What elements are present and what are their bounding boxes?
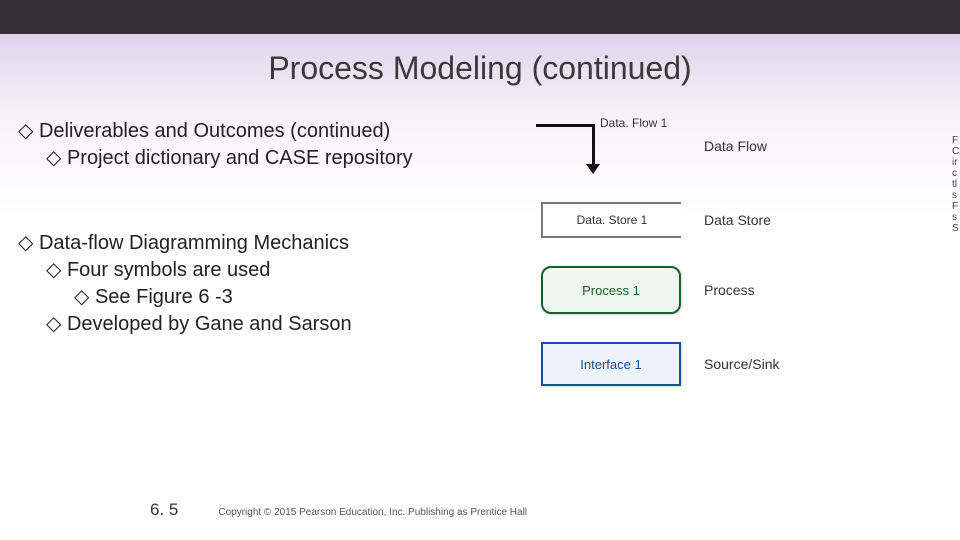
bullet-glyph: ◇	[46, 259, 61, 281]
datastore-symbol-text: Data. Store 1	[541, 202, 681, 238]
figure-row-interface: Interface 1 Source/Sink	[526, 342, 946, 386]
bullet-glyph: ◇	[18, 120, 33, 142]
process-symbol: Process 1	[526, 266, 696, 314]
process-symbol-text: Process 1	[541, 266, 681, 314]
body-text: ◇ Deliverables and Outcomes (continued) …	[18, 118, 518, 338]
dataflow-symbol-text: Data. Flow 1	[600, 116, 667, 130]
dataflow-symbol: Data. Flow 1	[526, 118, 696, 174]
figure-area: Data. Flow 1 Data Flow Data. Store 1 Dat…	[526, 118, 946, 414]
bullet-lvl0: ◇ Data-flow Diagramming Mechanics	[18, 230, 518, 257]
bullet-glyph: ◇	[46, 313, 61, 335]
cutoff-text: F C ir c tl s F s S	[952, 135, 960, 315]
arrow-line	[592, 124, 595, 168]
bullet-text: Project dictionary and CASE repository	[67, 147, 413, 169]
page-number: 6. 5	[150, 500, 178, 520]
bullet-text: Deliverables and Outcomes (continued)	[39, 120, 390, 142]
datastore-symbol: Data. Store 1	[526, 202, 696, 238]
spacing	[18, 172, 518, 230]
figure-row-process: Process 1 Process	[526, 266, 946, 314]
bullet-text: Four symbols are used	[67, 259, 270, 281]
bullet-glyph: ◇	[46, 147, 61, 169]
slide-title: Process Modeling (continued)	[0, 50, 960, 87]
top-bar	[0, 0, 960, 34]
figure-row-dataflow: Data. Flow 1 Data Flow	[526, 118, 946, 174]
interface-symbol: Interface 1	[526, 342, 696, 386]
bullet-lvl1: ◇ Four symbols are used	[46, 257, 518, 284]
process-label: Process	[704, 282, 755, 298]
interface-symbol-text: Interface 1	[541, 342, 681, 386]
bullet-text: Developed by Gane and Sarson	[67, 313, 352, 335]
bullet-glyph: ◇	[74, 286, 89, 308]
arrow-line	[536, 124, 592, 127]
figure-row-datastore: Data. Store 1 Data Store	[526, 202, 946, 238]
slide: Process Modeling (continued) ◇ Deliverab…	[0, 0, 960, 540]
footer: 6. 5 Copyright © 2015 Pearson Education,…	[0, 500, 960, 520]
datastore-label: Data Store	[704, 212, 771, 228]
bullet-glyph: ◇	[18, 232, 33, 254]
arrow-head-icon	[586, 164, 600, 174]
bullet-lvl1: ◇ Project dictionary and CASE repository	[46, 145, 518, 172]
bullet-lvl1: ◇ Developed by Gane and Sarson	[46, 311, 518, 338]
copyright-text: Copyright © 2015 Pearson Education, Inc.…	[218, 507, 527, 518]
bullet-text: Data-flow Diagramming Mechanics	[39, 232, 349, 254]
interface-label: Source/Sink	[704, 356, 779, 372]
dataflow-label: Data Flow	[704, 138, 767, 154]
bullet-lvl2: ◇ See Figure 6 -3	[74, 284, 518, 311]
bullet-lvl0: ◇ Deliverables and Outcomes (continued)	[18, 118, 518, 145]
bullet-text: See Figure 6 -3	[95, 286, 233, 308]
